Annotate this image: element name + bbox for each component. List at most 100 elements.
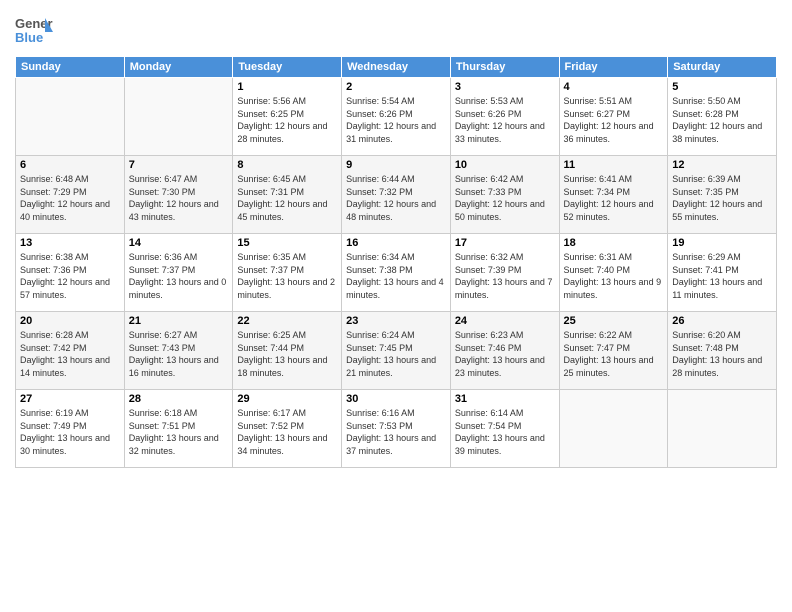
calendar-cell: 7Sunrise: 6:47 AMSunset: 7:30 PMDaylight… (124, 156, 233, 234)
day-info: Sunrise: 6:39 AMSunset: 7:35 PMDaylight:… (672, 173, 772, 223)
day-number: 12 (672, 159, 772, 171)
day-info: Sunrise: 6:18 AMSunset: 7:51 PMDaylight:… (129, 407, 229, 457)
logo: General Blue (15, 10, 57, 48)
calendar-cell: 6 Sunrise: 6:48 AMSunset: 7:29 PMDaylight… (16, 156, 125, 234)
calendar-cell: 25 Sunrise: 6:22 AMSunset: 7:47 PMDayligh… (559, 312, 668, 390)
calendar-cell: 2Sunrise: 5:54 AMSunset: 6:26 PMDaylight… (342, 78, 451, 156)
day-number: 15 (237, 237, 337, 249)
calendar-cell (559, 390, 668, 468)
calendar-cell (16, 78, 125, 156)
day-number: 3 (455, 81, 555, 93)
calendar-cell: 27 Sunrise: 6:19 AMSunset: 7:49 PMDayligh… (16, 390, 125, 468)
calendar-cell: 20 Sunrise: 6:28 AMSunset: 7:42 PMDayligh… (16, 312, 125, 390)
day-number: 14 (129, 237, 229, 249)
calendar-cell: 29 Sunrise: 6:17 AMSunset: 7:52 PMDayligh… (233, 390, 342, 468)
day-info: Sunrise: 6:42 AMSunset: 7:33 PMDaylight:… (455, 173, 555, 223)
calendar-cell: 28 Sunrise: 6:18 AMSunset: 7:51 PMDayligh… (124, 390, 233, 468)
calendar-cell: 1 Sunrise: 5:56 AMSunset: 6:25 PMDaylight… (233, 78, 342, 156)
calendar-cell: 26 Sunrise: 6:20 AMSunset: 7:48 PMDayligh… (668, 312, 777, 390)
day-info: Sunrise: 6:25 AMSunset: 7:44 PMDaylight:… (237, 329, 337, 379)
day-info: Sunrise: 6:35 AMSunset: 7:37 PMDaylight:… (237, 251, 337, 301)
day-info: Sunrise: 6:23 AMSunset: 7:46 PMDaylight:… (455, 329, 555, 379)
day-info: Sunrise: 5:56 AMSunset: 6:25 PMDaylight:… (237, 95, 337, 145)
svg-text:Blue: Blue (15, 30, 43, 45)
calendar-cell: 16 Sunrise: 6:34 AMSunset: 7:38 PMDayligh… (342, 234, 451, 312)
day-info: Sunrise: 6:47 AMSunset: 7:30 PMDaylight:… (129, 173, 229, 223)
day-number: 18 (564, 237, 664, 249)
page-header: General Blue (15, 10, 777, 48)
calendar-cell: 30 Sunrise: 6:16 AMSunset: 7:53 PMDayligh… (342, 390, 451, 468)
day-info: Sunrise: 6:14 AMSunset: 7:54 PMDaylight:… (455, 407, 555, 457)
calendar-cell: 14 Sunrise: 6:36 AMSunset: 7:37 PMDayligh… (124, 234, 233, 312)
calendar-cell: 4 Sunrise: 5:51 AMSunset: 6:27 PMDaylight… (559, 78, 668, 156)
calendar-week-row: 20 Sunrise: 6:28 AMSunset: 7:42 PMDayligh… (16, 312, 777, 390)
weekday-header-saturday: Saturday (668, 57, 777, 78)
logo-icon: General Blue (15, 10, 53, 48)
calendar-cell: 8Sunrise: 6:45 AMSunset: 7:31 PMDaylight… (233, 156, 342, 234)
day-number: 5 (672, 81, 772, 93)
page-container: General Blue SundayMondayTuesdayWednesda… (0, 0, 792, 473)
calendar-cell: 19Sunrise: 6:29 AMSunset: 7:41 PMDayligh… (668, 234, 777, 312)
day-info: Sunrise: 6:29 AMSunset: 7:41 PMDaylight:… (672, 251, 772, 301)
day-number: 13 (20, 237, 120, 249)
calendar-cell: 21 Sunrise: 6:27 AMSunset: 7:43 PMDayligh… (124, 312, 233, 390)
day-info: Sunrise: 6:48 AMSunset: 7:29 PMDaylight:… (20, 173, 120, 223)
calendar-cell (668, 390, 777, 468)
calendar-cell: 23Sunrise: 6:24 AMSunset: 7:45 PMDayligh… (342, 312, 451, 390)
weekday-header-row: SundayMondayTuesdayWednesdayThursdayFrid… (16, 57, 777, 78)
day-info: Sunrise: 6:17 AMSunset: 7:52 PMDaylight:… (237, 407, 337, 457)
day-number: 26 (672, 315, 772, 327)
day-number: 2 (346, 81, 446, 93)
day-number: 10 (455, 159, 555, 171)
day-number: 17 (455, 237, 555, 249)
day-info: Sunrise: 6:36 AMSunset: 7:37 PMDaylight:… (129, 251, 229, 301)
calendar-cell: 15 Sunrise: 6:35 AMSunset: 7:37 PMDayligh… (233, 234, 342, 312)
day-info: Sunrise: 6:41 AMSunset: 7:34 PMDaylight:… (564, 173, 664, 223)
day-number: 30 (346, 393, 446, 405)
day-number: 1 (237, 81, 337, 93)
day-info: Sunrise: 6:19 AMSunset: 7:49 PMDaylight:… (20, 407, 120, 457)
day-info: Sunrise: 6:16 AMSunset: 7:53 PMDaylight:… (346, 407, 446, 457)
day-number: 29 (237, 393, 337, 405)
day-number: 16 (346, 237, 446, 249)
weekday-header-sunday: Sunday (16, 57, 125, 78)
day-number: 20 (20, 315, 120, 327)
day-info: Sunrise: 5:50 AMSunset: 6:28 PMDaylight:… (672, 95, 772, 145)
day-number: 9 (346, 159, 446, 171)
day-info: Sunrise: 6:27 AMSunset: 7:43 PMDaylight:… (129, 329, 229, 379)
day-info: Sunrise: 6:22 AMSunset: 7:47 PMDaylight:… (564, 329, 664, 379)
day-info: Sunrise: 5:53 AMSunset: 6:26 PMDaylight:… (455, 95, 555, 145)
calendar-cell (124, 78, 233, 156)
calendar-cell: 31 Sunrise: 6:14 AMSunset: 7:54 PMDayligh… (450, 390, 559, 468)
day-info: Sunrise: 5:51 AMSunset: 6:27 PMDaylight:… (564, 95, 664, 145)
day-number: 25 (564, 315, 664, 327)
calendar-cell: 10 Sunrise: 6:42 AMSunset: 7:33 PMDayligh… (450, 156, 559, 234)
day-number: 27 (20, 393, 120, 405)
day-info: Sunrise: 6:38 AMSunset: 7:36 PMDaylight:… (20, 251, 120, 301)
calendar-cell: 18 Sunrise: 6:31 AMSunset: 7:40 PMDayligh… (559, 234, 668, 312)
day-number: 28 (129, 393, 229, 405)
weekday-header-friday: Friday (559, 57, 668, 78)
day-info: Sunrise: 6:34 AMSunset: 7:38 PMDaylight:… (346, 251, 446, 301)
weekday-header-tuesday: Tuesday (233, 57, 342, 78)
day-info: Sunrise: 6:31 AMSunset: 7:40 PMDaylight:… (564, 251, 664, 301)
calendar-cell: 24 Sunrise: 6:23 AMSunset: 7:46 PMDayligh… (450, 312, 559, 390)
weekday-header-thursday: Thursday (450, 57, 559, 78)
day-number: 8 (237, 159, 337, 171)
day-number: 6 (20, 159, 120, 171)
calendar-week-row: 6 Sunrise: 6:48 AMSunset: 7:29 PMDaylight… (16, 156, 777, 234)
day-info: Sunrise: 6:28 AMSunset: 7:42 PMDaylight:… (20, 329, 120, 379)
day-info: Sunrise: 6:32 AMSunset: 7:39 PMDaylight:… (455, 251, 555, 301)
calendar-cell: 12 Sunrise: 6:39 AMSunset: 7:35 PMDayligh… (668, 156, 777, 234)
day-number: 4 (564, 81, 664, 93)
day-info: Sunrise: 6:24 AMSunset: 7:45 PMDaylight:… (346, 329, 446, 379)
day-number: 24 (455, 315, 555, 327)
calendar-week-row: 1 Sunrise: 5:56 AMSunset: 6:25 PMDaylight… (16, 78, 777, 156)
day-info: Sunrise: 6:20 AMSunset: 7:48 PMDaylight:… (672, 329, 772, 379)
calendar-cell: 22Sunrise: 6:25 AMSunset: 7:44 PMDayligh… (233, 312, 342, 390)
calendar-cell: 13 Sunrise: 6:38 AMSunset: 7:36 PMDayligh… (16, 234, 125, 312)
calendar-cell: 5 Sunrise: 5:50 AMSunset: 6:28 PMDaylight… (668, 78, 777, 156)
day-number: 21 (129, 315, 229, 327)
calendar-cell: 17 Sunrise: 6:32 AMSunset: 7:39 PMDayligh… (450, 234, 559, 312)
day-number: 31 (455, 393, 555, 405)
